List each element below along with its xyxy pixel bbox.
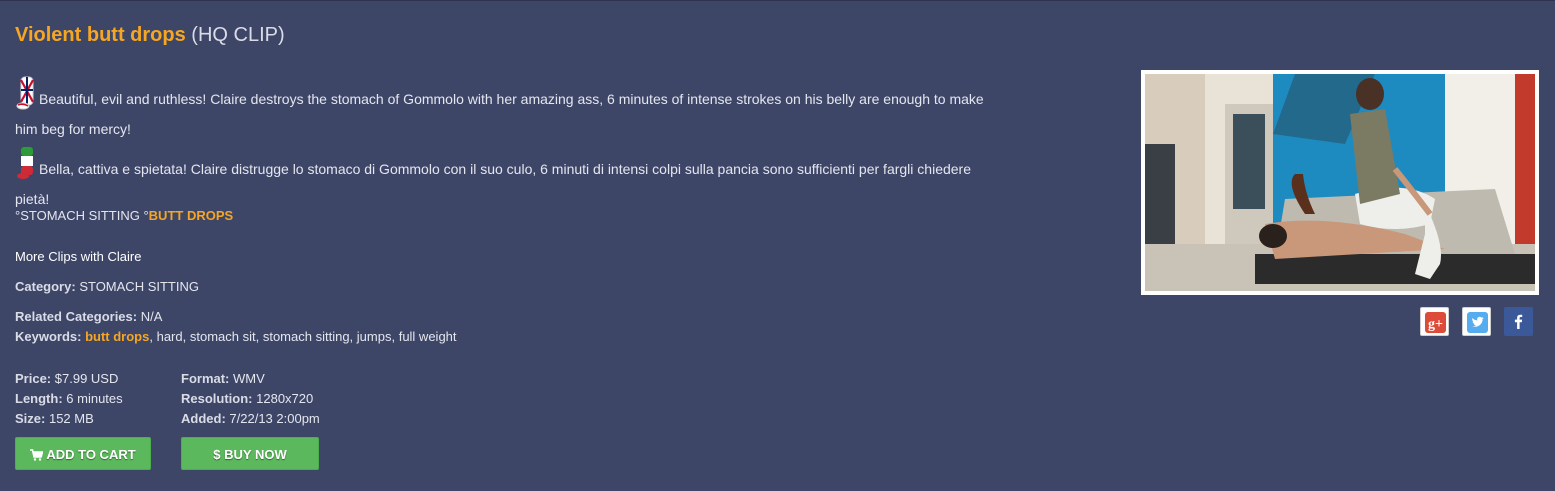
related-categories-row: Related Categories: N/A (15, 309, 162, 324)
related-categories-label: Related Categories: (15, 309, 138, 324)
uk-flag-icon (16, 76, 34, 110)
keyword-link[interactable]: full weight (399, 329, 457, 344)
keywords-row: Keywords: butt drops, hard, stomach sit,… (15, 329, 457, 344)
clip-description: Beautiful, evil and ruthless! Claire des… (15, 74, 1005, 214)
tag-stomach-sitting[interactable]: °STOMACH SITTING ° (15, 208, 149, 223)
keyword-link[interactable]: stomach sitting (263, 329, 350, 344)
facebook-icon (1514, 314, 1523, 329)
length-value: 6 minutes (66, 391, 123, 406)
google-plus-icon: g+ (1425, 312, 1446, 333)
keyword-link[interactable]: butt drops (85, 329, 149, 344)
top-border (0, 0, 1555, 1)
size-value: 152 MB (48, 411, 94, 426)
format-label: Format: (181, 371, 230, 386)
clip-title-main: Violent butt drops (15, 24, 186, 46)
clip-tags: °STOMACH SITTING °BUTT DROPS (15, 208, 233, 223)
clip-title: Violent butt drops (HQ CLIP) (15, 22, 285, 48)
description-english: Beautiful, evil and ruthless! Claire des… (15, 91, 984, 137)
thumbnail-image (1145, 74, 1535, 291)
resolution-row: Resolution: 1280x720 (181, 389, 320, 409)
buy-now-button[interactable]: $ BUY NOW (181, 437, 319, 470)
price-row: Price: $7.99 USD (15, 369, 123, 389)
length-row: Length: 6 minutes (15, 389, 123, 409)
italy-flag-icon (17, 147, 33, 179)
keyword-link[interactable]: stomach sit (190, 329, 256, 344)
resolution-label: Resolution: (181, 391, 253, 406)
added-value: 7/22/13 2:00pm (229, 411, 320, 426)
more-clips-link[interactable]: More Clips with Claire (15, 249, 141, 264)
description-italian: Bella, cattiva e spietata! Claire distru… (15, 161, 971, 207)
category-value[interactable]: STOMACH SITTING (79, 279, 199, 294)
details-column-right: Format: WMV Resolution: 1280x720 Added: … (181, 369, 320, 429)
category-label: Category: (15, 279, 76, 294)
keywords-label: Keywords: (15, 329, 82, 344)
category-row: Category: STOMACH SITTING (15, 279, 199, 294)
size-label: Size: (15, 411, 46, 426)
cart-icon (30, 449, 44, 461)
keyword-link[interactable]: jumps (357, 329, 392, 344)
related-categories-value: N/A (140, 309, 163, 324)
tag-butt-drops[interactable]: BUTT DROPS (149, 208, 234, 223)
price-label: Price: (15, 371, 52, 386)
facebook-share-button[interactable] (1504, 307, 1533, 336)
added-row: Added: 7/22/13 2:00pm (181, 409, 320, 429)
size-row: Size: 152 MB (15, 409, 123, 429)
buy-now-label: $ BUY NOW (213, 447, 287, 462)
add-to-cart-button[interactable]: ADD TO CART (15, 437, 151, 470)
details-column-left: Price: $7.99 USD Length: 6 minutes Size:… (15, 369, 123, 429)
svg-text:g+: g+ (1428, 317, 1443, 332)
twitter-share-button[interactable] (1462, 307, 1491, 336)
clip-title-quality: (HQ CLIP) (191, 24, 285, 46)
price-value: $7.99 USD (54, 371, 119, 386)
length-label: Length: (15, 391, 63, 406)
clip-thumbnail[interactable] (1141, 70, 1539, 295)
twitter-icon (1467, 312, 1488, 333)
format-row: Format: WMV (181, 369, 320, 389)
added-label: Added: (181, 411, 226, 426)
resolution-value: 1280x720 (256, 391, 314, 406)
format-value: WMV (233, 371, 265, 386)
add-to-cart-label: ADD TO CART (46, 447, 136, 462)
google-plus-share-button[interactable]: g+ (1420, 307, 1449, 336)
keyword-link[interactable]: hard (157, 329, 183, 344)
